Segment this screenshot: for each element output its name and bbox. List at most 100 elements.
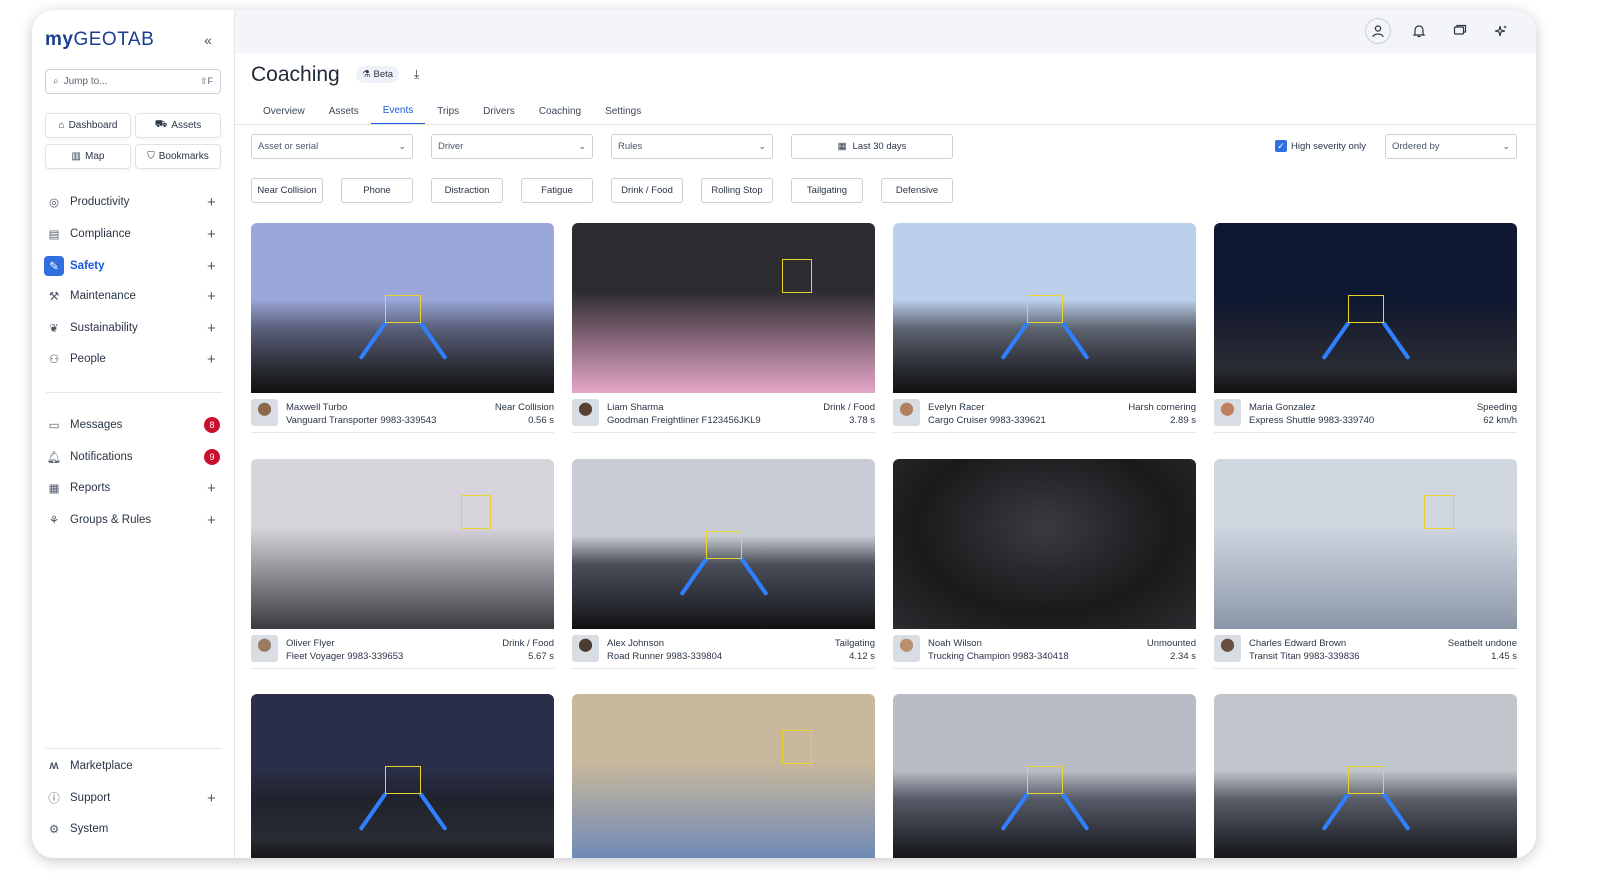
- filter-chip[interactable]: Drink / Food: [611, 178, 683, 203]
- date-range-button[interactable]: ▦ Last 30 days: [791, 134, 953, 159]
- driver-name: Maxwell Turbo: [286, 402, 348, 413]
- user-icon[interactable]: [1365, 18, 1391, 44]
- filter-chip[interactable]: Defensive: [881, 178, 953, 203]
- expand-icon[interactable]: +: [207, 512, 216, 529]
- collapse-sidebar-button[interactable]: «: [195, 27, 221, 53]
- asset-select[interactable]: Asset or serial ⌄: [251, 134, 413, 159]
- event-video-thumbnail[interactable]: [572, 694, 875, 858]
- filter-chip[interactable]: Phone: [341, 178, 413, 203]
- event-meta: Evelyn Racer Cargo Cruiser 9983-339621 Har…: [893, 393, 1196, 433]
- event-video-thumbnail[interactable]: [893, 459, 1196, 629]
- expand-icon[interactable]: +: [207, 480, 216, 497]
- lane-marker: [1060, 791, 1090, 832]
- filter-chip[interactable]: Fatigue: [521, 178, 593, 203]
- chat-icon[interactable]: [1447, 18, 1473, 44]
- tab-overview[interactable]: Overview: [251, 98, 317, 125]
- event-video-thumbnail[interactable]: [893, 223, 1196, 393]
- event-video-thumbnail[interactable]: [251, 694, 554, 858]
- notifications-count-badge: 9: [204, 449, 220, 465]
- vehicle-detection-box: [385, 766, 421, 794]
- event-value: 5.67 s: [528, 651, 554, 662]
- event-card[interactable]: [1214, 694, 1517, 858]
- tab-events[interactable]: Events: [370, 98, 426, 125]
- order-select[interactable]: Ordered by ⌄: [1385, 134, 1517, 159]
- event-meta: Noah Wilson Trucking Champion 9983-340418…: [893, 629, 1196, 669]
- quick-link-bookmarks[interactable]: ⛉ Bookmarks: [135, 144, 221, 169]
- event-card[interactable]: [893, 694, 1196, 858]
- event-video-thumbnail[interactable]: [572, 223, 875, 393]
- lane-marker: [1381, 320, 1411, 361]
- event-card[interactable]: Noah Wilson Trucking Champion 9983-340418…: [893, 459, 1196, 669]
- event-card[interactable]: Evelyn Racer Cargo Cruiser 9983-339621 Har…: [893, 223, 1196, 433]
- vehicle-detection-box: [1348, 295, 1384, 323]
- event-value: 1.45 s: [1491, 651, 1517, 662]
- tab-assets[interactable]: Assets: [317, 98, 371, 125]
- expand-icon[interactable]: +: [207, 194, 216, 211]
- filter-chip[interactable]: Distraction: [431, 178, 503, 203]
- sidebar-item-productivity[interactable]: ◎ Productivity +: [32, 188, 235, 216]
- rules-select[interactable]: Rules ⌄: [611, 134, 773, 159]
- event-type: Tailgating: [834, 638, 875, 649]
- quick-link-dashboard[interactable]: ⌂ Dashboard: [45, 113, 131, 138]
- event-card[interactable]: Alex Johnson Road Runner 9983-339804 Tailg…: [572, 459, 875, 669]
- filter-chip[interactable]: Rolling Stop: [701, 178, 773, 203]
- expand-icon[interactable]: +: [207, 351, 216, 368]
- quick-link-map[interactable]: ▥ Map: [45, 144, 131, 169]
- sidebar-item-compliance[interactable]: ▤ Compliance +: [32, 220, 235, 248]
- driver-avatar: [1214, 399, 1241, 426]
- sidebar-item-system[interactable]: ⚙ System: [32, 815, 235, 843]
- quick-link-assets[interactable]: ⛟ Assets: [135, 113, 221, 138]
- event-video-thumbnail[interactable]: [1214, 694, 1517, 858]
- event-video-thumbnail[interactable]: [893, 694, 1196, 858]
- pen-tool-icon: ✎: [44, 256, 64, 276]
- sparkle-icon[interactable]: [1488, 18, 1514, 44]
- expand-icon[interactable]: +: [207, 790, 216, 807]
- event-video-thumbnail[interactable]: [251, 459, 554, 629]
- bell-icon[interactable]: [1406, 18, 1432, 44]
- face-detection-box: [461, 495, 491, 529]
- expand-icon[interactable]: +: [207, 258, 216, 275]
- jump-to-search[interactable]: ⌕ Jump to... ⇧F: [45, 69, 221, 94]
- sidebar-item-marketplace[interactable]: ʍ Marketplace: [32, 752, 235, 780]
- filter-chip[interactable]: Tailgating: [791, 178, 863, 203]
- filter-chip[interactable]: Near Collision: [251, 178, 323, 203]
- driver-select[interactable]: Driver ⌄: [431, 134, 593, 159]
- download-icon[interactable]: ⤓: [414, 67, 419, 82]
- tab-settings[interactable]: Settings: [593, 98, 653, 125]
- event-card[interactable]: Charles Edward Brown Transit Titan 9983-3…: [1214, 459, 1517, 669]
- sidebar-item-safety[interactable]: ✎ Safety +: [32, 252, 235, 280]
- sidebar-item-notifications[interactable]: 🔔︎ Notifications 9: [32, 443, 235, 471]
- event-card[interactable]: Maxwell Turbo Vanguard Transporter 9983-3…: [251, 223, 554, 433]
- people-icon: ⚇: [48, 354, 60, 366]
- tab-drivers[interactable]: Drivers: [471, 98, 527, 125]
- event-card[interactable]: Oliver Flyer Fleet Voyager 9983-339653 Dri…: [251, 459, 554, 669]
- expand-icon[interactable]: +: [207, 320, 216, 337]
- vehicle-name: Trucking Champion 9983-340418: [928, 651, 1069, 662]
- event-card[interactable]: [572, 694, 875, 858]
- sidebar-item-reports[interactable]: ▦ Reports +: [32, 474, 235, 502]
- high-severity-checkbox[interactable]: ✓ High severity only: [1275, 140, 1366, 152]
- event-video-thumbnail[interactable]: [251, 223, 554, 393]
- sidebar-item-groups-rules[interactable]: ⚘ Groups & Rules +: [32, 506, 235, 534]
- sidebar-item-support[interactable]: ⓘ Support +: [32, 784, 235, 812]
- event-video-thumbnail[interactable]: [572, 459, 875, 629]
- event-card[interactable]: Maria Gonzalez Express Shuttle 9983-33974…: [1214, 223, 1517, 433]
- top-bar: [235, 10, 1536, 53]
- expand-icon[interactable]: +: [207, 288, 216, 305]
- vehicle-detection-box: [385, 295, 421, 323]
- event-video-thumbnail[interactable]: [1214, 223, 1517, 393]
- wrench-icon: ⚒: [48, 291, 60, 303]
- expand-icon[interactable]: +: [207, 226, 216, 243]
- event-card[interactable]: Liam Sharma Goodman Freightliner F123456J…: [572, 223, 875, 433]
- beta-badge: ⚗ Beta: [356, 66, 400, 83]
- sidebar-item-maintenance[interactable]: ⚒ Maintenance +: [32, 282, 235, 310]
- sidebar-item-people[interactable]: ⚇ People +: [32, 345, 235, 373]
- event-card[interactable]: [251, 694, 554, 858]
- tab-trips[interactable]: Trips: [425, 98, 471, 125]
- sidebar-item-messages[interactable]: ▭ Messages 8: [32, 411, 235, 439]
- tab-coaching[interactable]: Coaching: [527, 98, 593, 125]
- lane-marker: [358, 791, 388, 832]
- sidebar-item-sustainability[interactable]: ❦ Sustainability +: [32, 314, 235, 342]
- logo[interactable]: myGEOTAB: [45, 29, 154, 51]
- event-video-thumbnail[interactable]: [1214, 459, 1517, 629]
